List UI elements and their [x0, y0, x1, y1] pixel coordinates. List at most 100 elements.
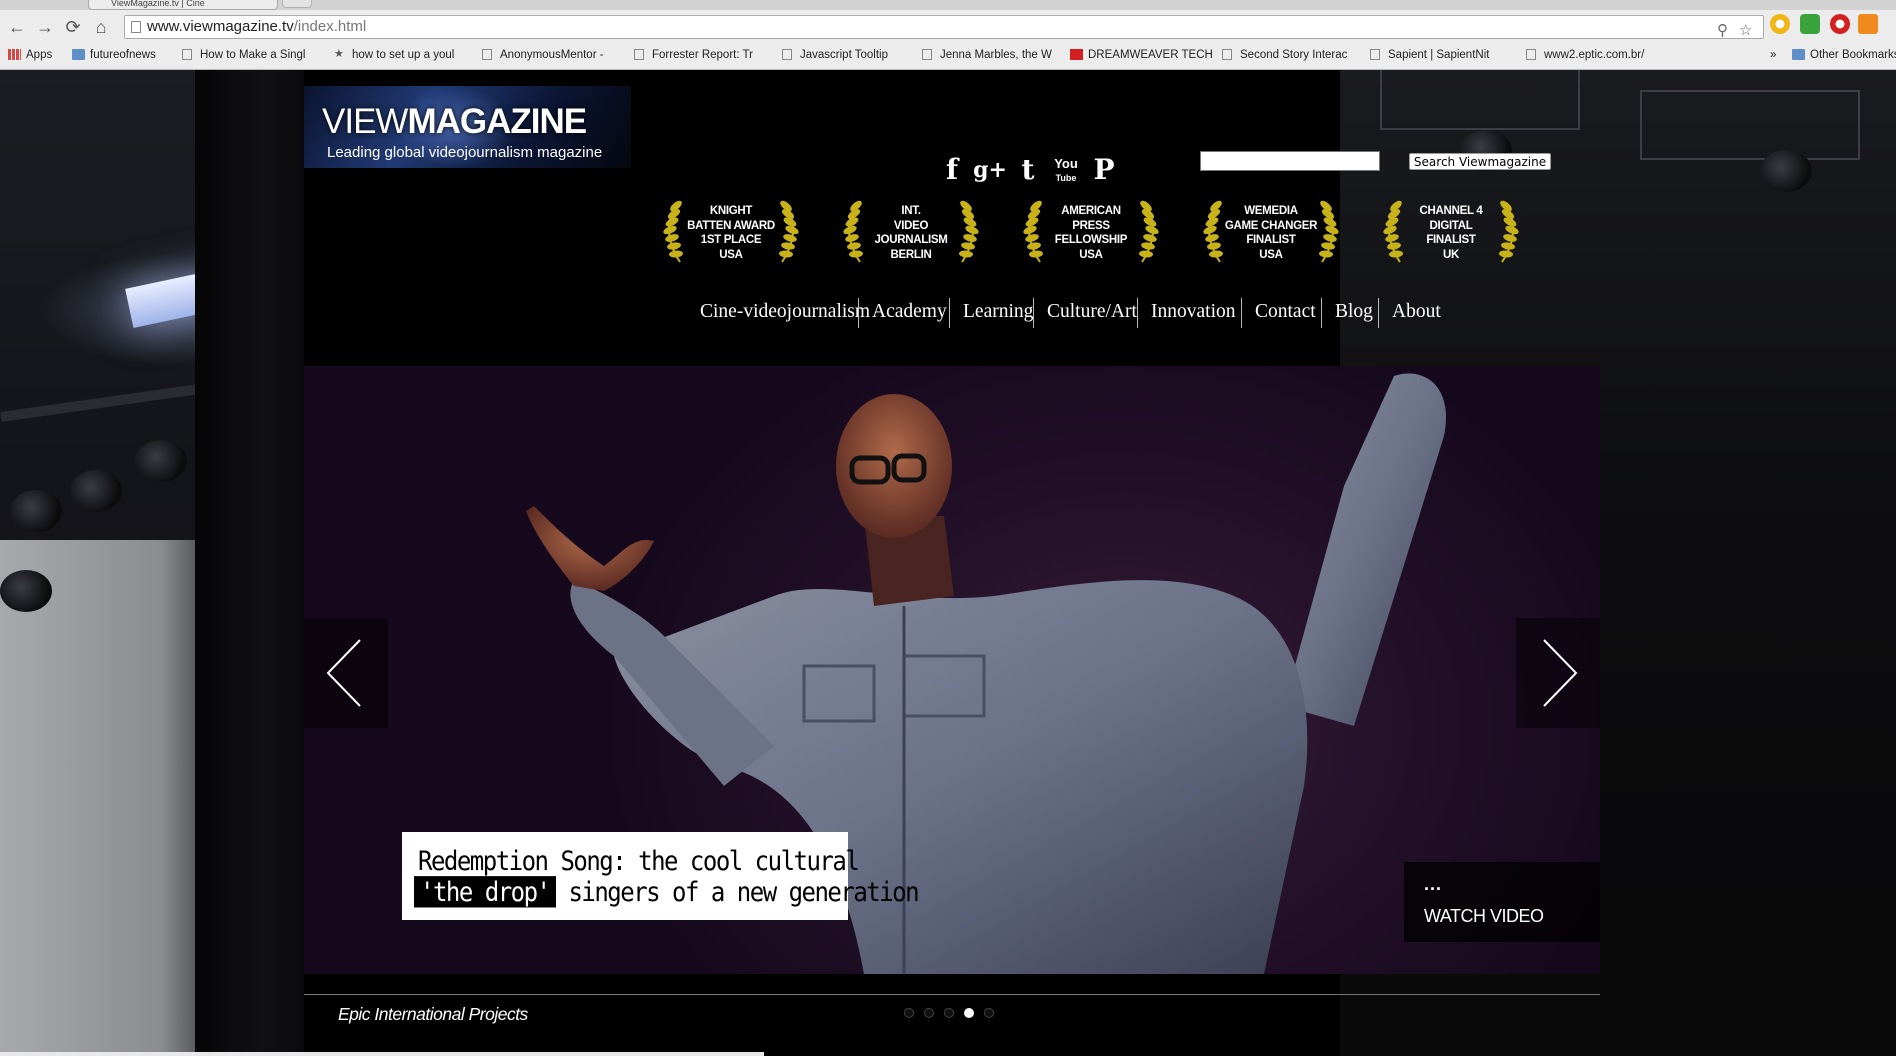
pager-dot[interactable]: [924, 1008, 934, 1018]
folder-icon: [1792, 49, 1805, 60]
forward-icon[interactable]: →: [34, 16, 56, 38]
nav-separator: [949, 298, 950, 328]
bookmark-label: Second Story Interac: [1240, 49, 1348, 61]
award-line: USA: [719, 248, 743, 261]
caption-rest: singers of a new generation: [555, 876, 919, 908]
bookmark-item[interactable]: Sapient | SapientNit: [1370, 47, 1520, 63]
page-icon: [782, 49, 792, 60]
nav-item-contact[interactable]: Contact: [1255, 296, 1316, 328]
award-line: UK: [1442, 248, 1459, 261]
award-text: CHANNEL 4 DIGITAL FINALIST UK: [1396, 204, 1506, 262]
watch-video-button[interactable]: ... WATCH VIDEO: [1404, 862, 1600, 942]
address-bar[interactable]: www.viewmagazine.tv/index.html ⚲ ☆: [124, 15, 1764, 39]
chevron-left-icon: [326, 639, 361, 707]
award-text: INT. VIDEO JOURNALISM BERLIN: [856, 204, 966, 262]
bookmark-item[interactable]: AnonymousMentor -: [482, 47, 630, 63]
pinterest-icon[interactable]: P: [1087, 152, 1121, 188]
bookmark-item[interactable]: How to Make a Singl: [182, 47, 330, 63]
pager-dot[interactable]: [904, 1008, 914, 1018]
award-line: JOURNALISM: [874, 234, 948, 246]
facebook-icon[interactable]: f: [935, 152, 969, 188]
bookmarks-overflow-button[interactable]: »: [1770, 47, 1776, 63]
page-icon: [1370, 49, 1380, 60]
new-tab-button[interactable]: [282, 0, 312, 8]
extension-refresh-icon[interactable]: [1800, 14, 1820, 34]
search-button[interactable]: Search Viewmagazine: [1409, 153, 1551, 170]
nav-item-cine-videojournalism[interactable]: Cine-videojournalism: [700, 296, 870, 328]
hero-hand-left: [526, 506, 654, 591]
tab-title: ViewMagazine.tv | Cine: [111, 0, 205, 8]
bookmark-item[interactable]: www2.eptic.com.br/: [1526, 47, 1650, 63]
nav-item-about[interactable]: About: [1392, 296, 1441, 328]
hero-slider: Redemption Song: the cool cultural 'the …: [304, 366, 1600, 974]
nav-separator: [858, 298, 859, 328]
page-icon: [482, 49, 492, 60]
award-line: INT.: [901, 205, 921, 217]
bookmark-star-icon[interactable]: ☆: [1739, 20, 1752, 42]
bookmark-item[interactable]: DREAMWEAVER TECH: [1070, 47, 1218, 63]
slider-next-button[interactable]: [1516, 618, 1600, 728]
award-laurel: CHANNEL 4 DIGITAL FINALIST UK: [1376, 198, 1526, 268]
webpage: VIEWMAGAZINE Leading global videojournal…: [0, 70, 1896, 1056]
site-container: VIEWMAGAZINE Leading global videojournal…: [304, 70, 1600, 1056]
url-path: /index.html: [293, 18, 367, 35]
nav-item-blog[interactable]: Blog: [1335, 296, 1373, 328]
bookmarks-bar: Apps futureofnews How to Make a Singl ★ how …: [0, 44, 1896, 66]
background-spotlight: [1760, 150, 1812, 192]
folder-icon: [72, 49, 85, 60]
bookmark-label: Apps: [26, 49, 53, 61]
bookmark-item[interactable]: Second Story Interac: [1222, 47, 1366, 63]
apps-grid-icon: [8, 49, 21, 60]
other-bookmarks[interactable]: Other Bookmarks: [1792, 47, 1896, 63]
award-line: USA: [1079, 248, 1103, 261]
nav-separator: [1241, 298, 1242, 328]
google-plus-icon[interactable]: g+: [973, 152, 1007, 188]
bookmark-label: Forrester Report: Tr: [652, 49, 753, 61]
bookmark-item[interactable]: Jenna Marbles, the W: [922, 47, 1066, 63]
bookmark-item[interactable]: Forrester Report: Tr: [634, 47, 778, 63]
bookmark-item[interactable]: Javascript Tooltip: [782, 47, 918, 63]
bookmark-label: How to Make a Singl: [200, 49, 306, 61]
nav-item-learning[interactable]: Learning: [963, 296, 1033, 328]
rss-icon[interactable]: [1858, 14, 1878, 34]
extension-ring-icon[interactable]: [1770, 14, 1790, 34]
pager-dot[interactable]: [964, 1008, 974, 1018]
zoom-icon[interactable]: ⚲: [1717, 20, 1728, 42]
pager-dot[interactable]: [984, 1008, 994, 1018]
caption-line-2: 'the drop' singers of a new generation: [414, 875, 920, 910]
nav-item-academy[interactable]: Academy: [872, 296, 947, 328]
award-laurel: KNIGHT BATTEN AWARD 1st PLACE USA: [656, 198, 806, 268]
reload-icon[interactable]: ⟳: [62, 16, 84, 38]
search-input[interactable]: [1200, 151, 1380, 171]
browser-tab[interactable]: ViewMagazine.tv | Cine: [88, 0, 278, 10]
bookmark-label: AnonymousMentor -: [500, 49, 604, 61]
pager-dot[interactable]: [944, 1008, 954, 1018]
url-host: www.viewmagazine.tv: [147, 18, 294, 35]
extension-stop-icon[interactable]: [1830, 14, 1850, 34]
page-icon: [922, 49, 932, 60]
background-spotlight: [135, 440, 187, 482]
bookmark-label: www2.eptic.com.br/: [1544, 49, 1645, 61]
bookmark-item[interactable]: Apps: [8, 47, 66, 63]
bookmark-label: Javascript Tooltip: [800, 49, 888, 61]
twitter-icon[interactable]: t: [1011, 152, 1045, 188]
bookmark-item[interactable]: futureofnews: [72, 47, 176, 63]
youtube-icon[interactable]: You Tube: [1049, 152, 1083, 188]
page-icon: [1222, 49, 1232, 60]
award-line: CHANNEL 4: [1419, 205, 1483, 217]
award-line: BATTEN AWARD: [687, 219, 775, 232]
bookmark-label: futureofnews: [90, 49, 156, 61]
bookmark-item[interactable]: ★ how to set up a youl: [334, 47, 478, 63]
home-icon[interactable]: ⌂: [90, 16, 112, 38]
nav-item-innovation[interactable]: Innovation: [1151, 296, 1235, 328]
back-icon[interactable]: ←: [6, 16, 28, 38]
other-bookmarks-label: Other Bookmarks: [1810, 49, 1896, 61]
slide-caption[interactable]: Redemption Song: the cool cultural 'the …: [402, 832, 920, 920]
slider-prev-button[interactable]: [304, 618, 388, 728]
nav-item-culture-art[interactable]: Culture/Art: [1047, 296, 1137, 328]
site-logo[interactable]: VIEWMAGAZINE Leading global videojournal…: [304, 86, 631, 168]
award-line: VIDEO: [893, 219, 929, 232]
logo-tagline: Leading global videojournalism magazine: [327, 144, 603, 161]
status-bar: [0, 1052, 764, 1056]
page-icon: [131, 21, 141, 33]
